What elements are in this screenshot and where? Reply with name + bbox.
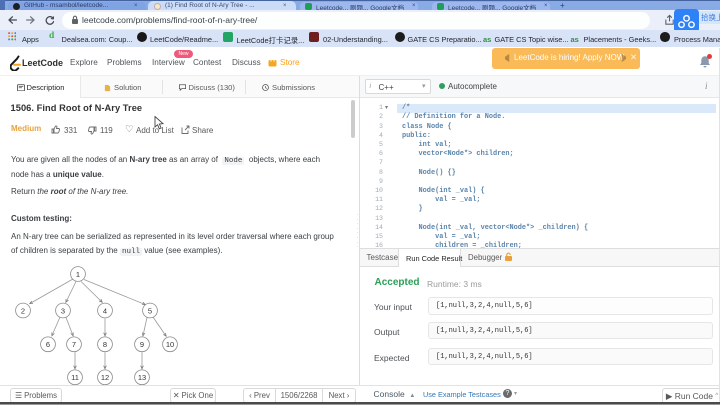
svg-text:12: 12 bbox=[101, 373, 109, 382]
svg-text:3: 3 bbox=[61, 306, 65, 315]
svg-text:6: 6 bbox=[46, 340, 50, 349]
svg-text:10: 10 bbox=[166, 340, 174, 349]
svg-text:4: 4 bbox=[103, 306, 107, 315]
svg-text:13: 13 bbox=[138, 373, 146, 382]
svg-text:9: 9 bbox=[140, 340, 144, 349]
svg-text:5: 5 bbox=[148, 306, 152, 315]
svg-text:1: 1 bbox=[76, 270, 80, 279]
svg-text:8: 8 bbox=[103, 340, 107, 349]
svg-text:2: 2 bbox=[21, 306, 25, 315]
svg-text:11: 11 bbox=[71, 373, 79, 382]
svg-text:7: 7 bbox=[72, 340, 76, 349]
